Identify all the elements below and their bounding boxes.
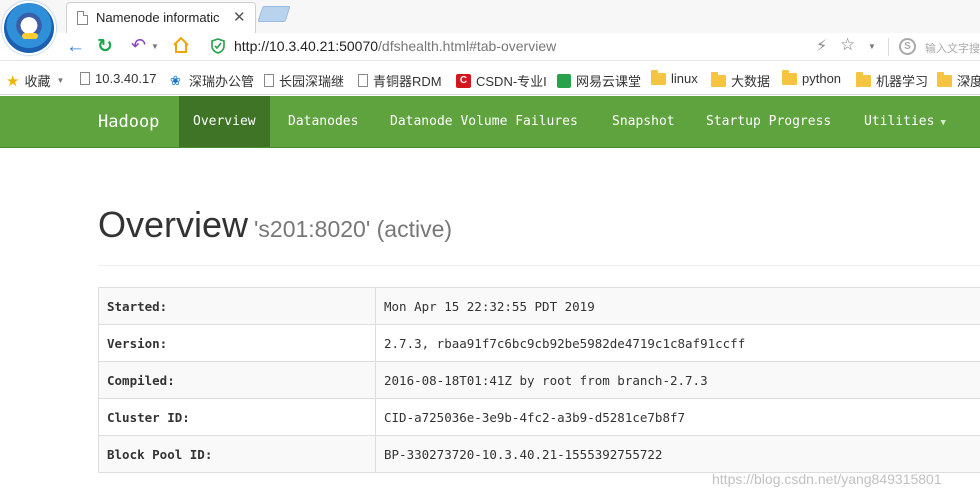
undo-icon[interactable]: ↶	[131, 35, 146, 56]
chevron-down-icon: ▼	[940, 118, 946, 128]
page-title: Overview	[98, 204, 249, 245]
folder-icon	[856, 71, 871, 87]
tab-datanode-volume-failures[interactable]: Datanode Volume Failures	[376, 96, 592, 147]
table-row: Version: 2.7.3, rbaa91f7c6bc9cb92be5982d…	[98, 324, 980, 362]
tab-snapshot[interactable]: Snapshot	[598, 96, 689, 147]
close-icon[interactable]: ✕	[233, 8, 246, 26]
tab-utilities-label: Utilities	[864, 114, 935, 129]
watermark: https://blog.csdn.net/yang849315801	[712, 471, 942, 487]
bookmark-label: 收藏	[24, 74, 51, 89]
bookmark-label: python	[802, 71, 842, 86]
table-value: CID-a725036e-3e9b-4fc2-a3b9-d5281ce7b8f7	[375, 398, 980, 436]
bookmark-folder[interactable]: python	[782, 69, 842, 86]
chevron-down-icon[interactable]: ▼	[151, 42, 159, 51]
bookmark-item[interactable]: 长园深瑞继	[264, 71, 344, 90]
bookmark-label: 机器学习	[876, 74, 929, 89]
divider	[888, 38, 889, 56]
bookmark-item[interactable]: 网易云课堂	[557, 71, 641, 90]
table-value: BP-330273720-10.3.40.21-1555392755722	[375, 435, 980, 473]
overview-table: Started: Mon Apr 15 22:32:55 PDT 2019 Ve…	[98, 287, 980, 473]
bookmark-folder[interactable]: 大数据	[711, 71, 770, 90]
sogou-search-icon[interactable]: S	[899, 38, 916, 55]
bookmark-favorites[interactable]: ★ 收藏 ▼	[6, 71, 64, 90]
folder-icon	[782, 69, 797, 85]
bookmark-label: 青铜器RDM	[373, 74, 442, 89]
tab-datanodes[interactable]: Datanodes	[274, 96, 372, 147]
chevron-down-icon: ▼	[56, 76, 65, 85]
table-key: Compiled:	[98, 361, 376, 399]
table-row: Compiled: 2016-08-18T01:41Z by root from…	[98, 361, 980, 399]
table-key: Started:	[98, 287, 376, 325]
url-path: /dfshealth.html#tab-overview	[378, 38, 557, 54]
browser-logo-icon[interactable]	[2, 1, 56, 55]
folder-icon	[711, 71, 726, 87]
page-icon	[358, 74, 368, 87]
tab-startup-progress[interactable]: Startup Progress	[692, 96, 845, 147]
navbar-brand[interactable]: Hadoop	[98, 112, 159, 132]
page-icon	[264, 74, 274, 87]
folder-icon	[937, 71, 952, 87]
bookmark-item[interactable]: ❀ 深瑞办公管	[170, 71, 254, 90]
bookmark-label: 大数据	[731, 74, 771, 89]
star-icon: ★	[6, 72, 20, 90]
chevron-down-icon[interactable]: ▼	[868, 42, 876, 51]
table-row: Block Pool ID: BP-330273720-10.3.40.21-1…	[98, 435, 980, 473]
bookmark-item[interactable]: 青铜器RDM	[358, 71, 442, 90]
folder-icon	[651, 69, 666, 85]
page-icon	[77, 11, 88, 25]
table-key: Cluster ID:	[98, 398, 376, 436]
bookmark-star-icon[interactable]: ☆	[840, 35, 855, 55]
bookmark-label: CSDN-专业I	[476, 74, 547, 89]
table-key: Block Pool ID:	[98, 435, 376, 473]
url-host: http://10.3.40.21:50070	[234, 38, 379, 54]
table-key: Version:	[98, 324, 376, 362]
shield-icon[interactable]	[211, 38, 225, 54]
home-icon[interactable]	[172, 36, 190, 54]
bookmark-label: 10.3.40.17	[95, 71, 157, 86]
bookmark-label: 长园深瑞继	[279, 74, 345, 89]
url-field[interactable]: http://10.3.40.21:50070/dfshealth.html#t…	[234, 38, 556, 54]
address-bar: ← ↻ ↶ ▼ http://10.3.40.21:50070/dfshealt…	[0, 33, 980, 61]
table-value: Mon Apr 15 22:32:55 PDT 2019	[375, 287, 980, 325]
bookmark-folder[interactable]: 机器学习	[856, 71, 928, 90]
bookmark-item[interactable]: C CSDN-专业I	[456, 71, 547, 90]
chevron-right-icon[interactable]: ›	[966, 70, 971, 86]
divider	[98, 265, 980, 266]
lightning-icon[interactable]: ⚡	[816, 36, 827, 56]
browser-tab-active[interactable]: Namenode informatic ✕	[66, 2, 256, 33]
tab-title: Namenode informatic	[96, 10, 220, 25]
page-icon	[80, 72, 90, 85]
bookmark-label: 网易云课堂	[576, 74, 642, 89]
page-heading: Overview's201:8020' (active)	[98, 204, 452, 246]
tab-overview[interactable]: Overview	[179, 96, 270, 147]
browser-tab-strip: Namenode informatic ✕	[0, 0, 980, 55]
tab-utilities[interactable]: Utilities ▼	[850, 96, 960, 147]
table-row: Started: Mon Apr 15 22:32:55 PDT 2019	[98, 287, 980, 325]
table-value: 2.7.3, rbaa91f7c6bc9cb92be5982de4719c1c8…	[375, 324, 980, 362]
bookmark-label: linux	[671, 71, 698, 86]
csdn-icon: C	[456, 73, 471, 88]
page-subtitle: 's201:8020' (active)	[254, 216, 453, 242]
search-input[interactable]: 输入文字搜	[925, 40, 980, 56]
hadoop-navbar: Hadoop Overview Datanodes Datanode Volum…	[0, 96, 980, 148]
bookmark-folder[interactable]: linux	[651, 69, 698, 86]
bookmarks-bar: ★ 收藏 ▼ 10.3.40.17 ❀ 深瑞办公管 长园深瑞继 青铜器RDM C…	[0, 62, 980, 95]
bookmark-label: 深瑞办公管	[189, 74, 255, 89]
table-value: 2016-08-18T01:41Z by root from branch-2.…	[375, 361, 980, 399]
netease-icon	[557, 73, 571, 88]
back-arrow-icon[interactable]: ←	[66, 36, 85, 58]
bookmark-folder[interactable]: 深度	[937, 71, 980, 90]
refresh-icon[interactable]: ↻	[97, 35, 113, 58]
bookmark-item[interactable]: 10.3.40.17	[80, 71, 156, 86]
table-row: Cluster ID: CID-a725036e-3e9b-4fc2-a3b9-…	[98, 398, 980, 436]
new-tab-button[interactable]	[257, 6, 291, 22]
fan-icon: ❀	[170, 72, 181, 88]
